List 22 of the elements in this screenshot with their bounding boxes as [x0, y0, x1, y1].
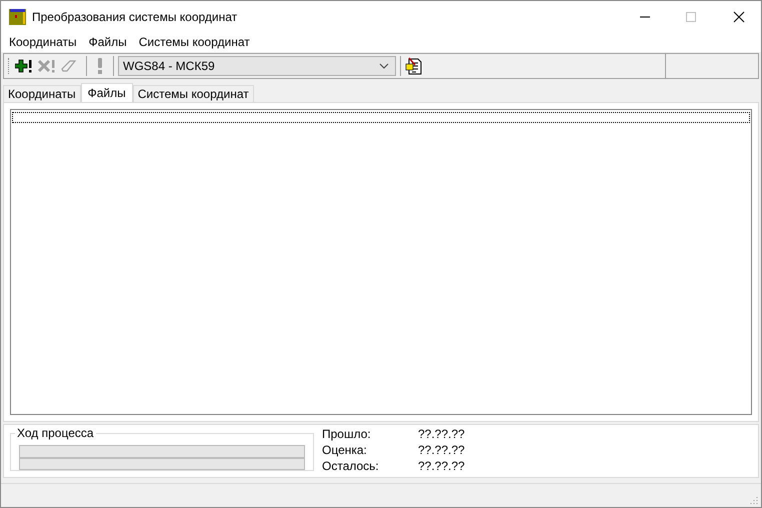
- menu-item[interactable]: Файлы: [82, 33, 133, 51]
- group-title: Ход процесса: [15, 426, 96, 440]
- time-value: ??.??.??: [418, 426, 465, 443]
- tab[interactable]: Файлы: [80, 83, 133, 102]
- menu-item[interactable]: Системы координат: [132, 33, 256, 51]
- time-label: Осталось:: [322, 458, 380, 475]
- maximize-icon[interactable]: [685, 10, 697, 22]
- menu-item[interactable]: Координаты: [3, 33, 83, 51]
- chevron-down-icon: [379, 63, 389, 69]
- time-value: ??.??.??: [418, 458, 465, 475]
- resize-grip-icon[interactable]: [749, 495, 759, 505]
- time-label: Прошло:: [322, 426, 372, 443]
- close-icon[interactable]: [733, 10, 745, 22]
- plus-exclamation-icon[interactable]: [15, 59, 33, 73]
- tab[interactable]: Координаты: [3, 85, 81, 102]
- tab[interactable]: Системы координат: [132, 85, 254, 102]
- transform-select[interactable]: WGS84 - МСК59: [118, 56, 396, 76]
- document-pencil-icon[interactable]: [405, 57, 423, 75]
- app-icon: [9, 8, 26, 24]
- time-value: ??.??.??: [418, 442, 465, 459]
- window-title: Преобразования системы координат: [32, 8, 238, 26]
- time-label: Оценка:: [322, 442, 368, 459]
